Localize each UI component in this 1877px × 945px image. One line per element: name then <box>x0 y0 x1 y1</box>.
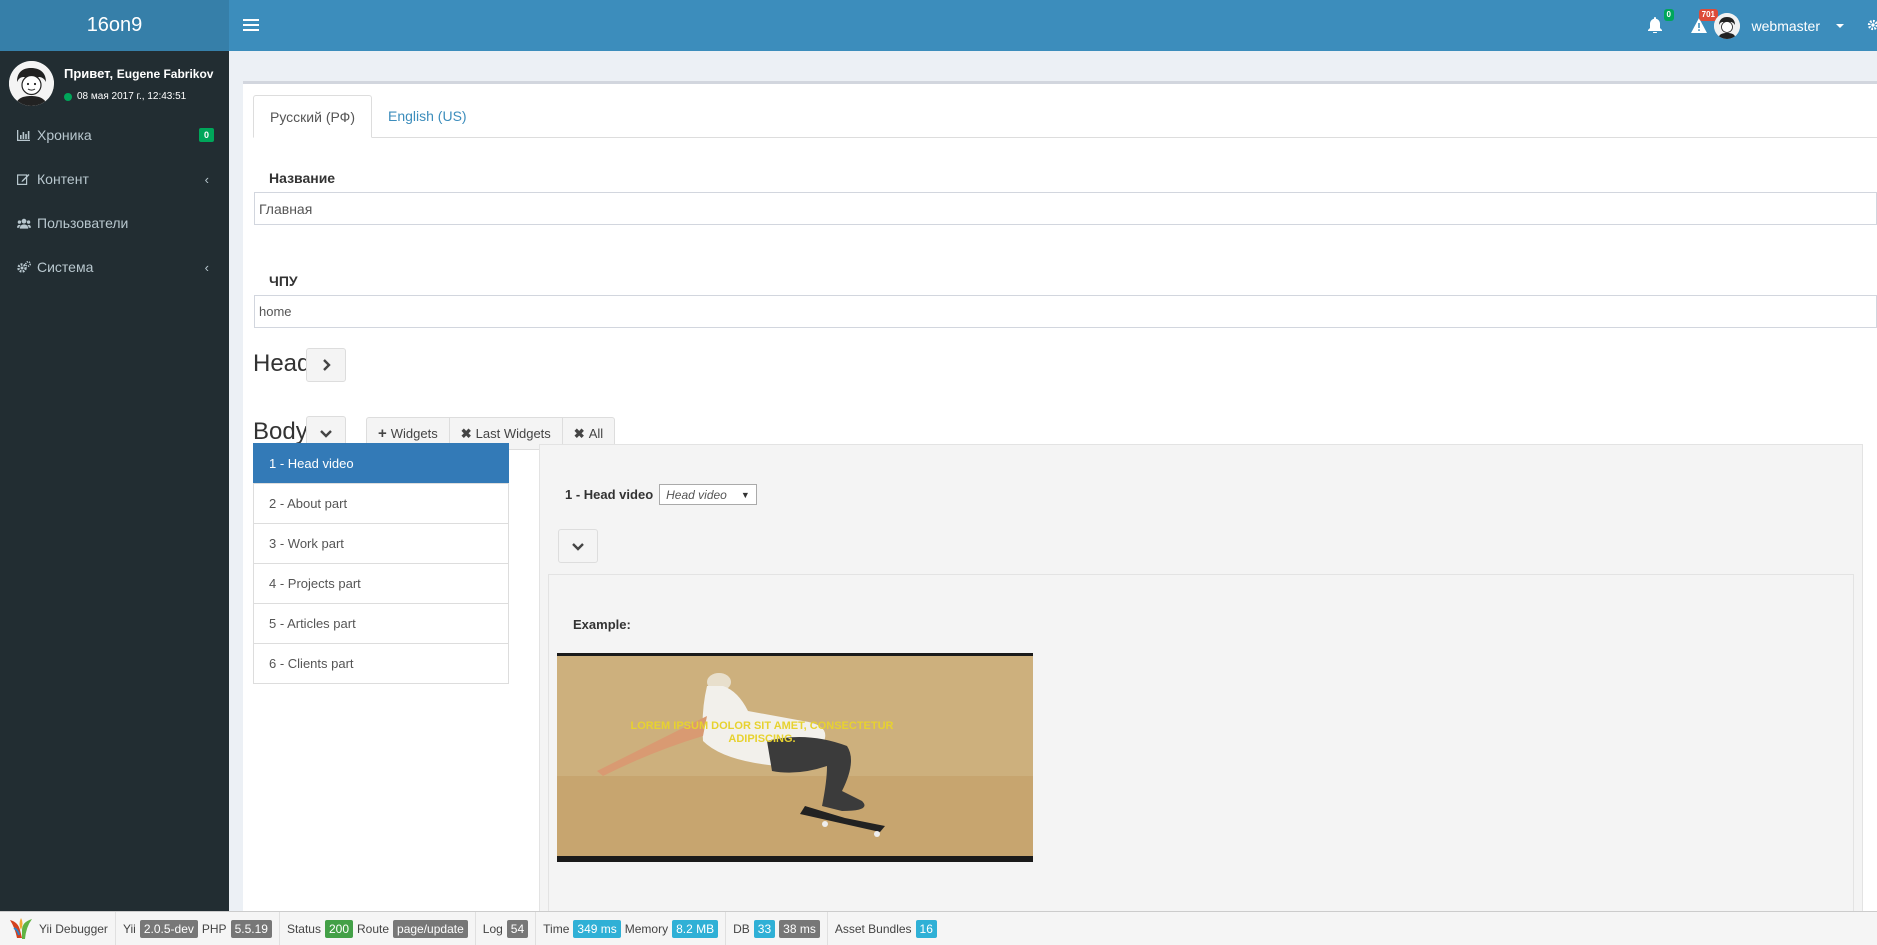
php-version-badge: 5.5.19 <box>230 919 272 938</box>
log-count-badge: 54 <box>506 919 529 938</box>
sidebar-item-users[interactable]: Пользователи <box>0 201 229 245</box>
widget-title: 1 - Head video <box>565 487 654 502</box>
list-item[interactable]: 2 - About part <box>253 483 509 524</box>
main-content: Русский (РФ) English (US) Название Главн… <box>229 51 1877 911</box>
asset-bundles-badge: 16 <box>915 919 937 938</box>
video-preview[interactable]: LOREM IPSUM DOLOR SIT AMET, CONSECTETUR … <box>557 653 1033 862</box>
user-status: 08 мая 2017 г., 12:43:51 <box>64 91 186 102</box>
notifications-button[interactable]: 0 <box>1644 9 1674 36</box>
online-status-icon <box>64 92 72 101</box>
chevron-down-icon <box>320 429 332 438</box>
cogs-icon <box>17 261 31 273</box>
yii-logo-icon <box>10 917 32 939</box>
times-icon: ✖ <box>460 425 472 441</box>
bell-icon <box>1648 17 1662 33</box>
status-badge: 200 <box>324 919 353 938</box>
db-queries-badge: 33 <box>753 919 776 938</box>
db-time-badge: 38 ms <box>779 919 820 938</box>
yii-version-badge: 2.0.5-dev <box>139 919 198 938</box>
notifications-badge: 0 <box>1663 9 1674 21</box>
timeline-badge: 0 <box>198 128 214 142</box>
app-logo[interactable]: 16on9 <box>0 0 229 51</box>
settings-gear-button[interactable] <box>1867 14 1877 36</box>
chevron-left-icon: ‹ <box>204 171 209 187</box>
chevron-left-icon: ‹ <box>204 259 209 275</box>
time-badge: 349 ms <box>573 919 621 938</box>
widget-example-panel: Example: LOREM IPSUM DOLOR SIT AMET, CON… <box>548 574 1854 911</box>
slug-field[interactable]: home <box>254 295 1877 328</box>
debug-toolbar: Yii Debugger Yii 2.0.5-dev PHP 5.5.19 St… <box>0 911 1877 945</box>
slug-label: ЧПУ <box>269 273 298 289</box>
plus-icon: + <box>378 425 387 442</box>
list-item[interactable]: 3 - Work part <box>253 523 509 564</box>
debug-profiling[interactable]: Time 349 ms Memory 8.2 MB <box>536 911 727 945</box>
sidebar-item-label: Пользователи <box>37 215 129 231</box>
body-section-title: Body <box>253 418 308 445</box>
chevron-right-icon <box>322 359 331 371</box>
debug-version-info[interactable]: Yii 2.0.5-dev PHP 5.5.19 <box>116 911 280 945</box>
name-label: Название <box>269 170 336 186</box>
widgets-list: 1 - Head video 2 - About part 3 - Work p… <box>253 443 509 684</box>
name-field[interactable]: Главная <box>254 192 1877 225</box>
head-expand-button[interactable] <box>306 348 346 382</box>
users-icon <box>17 218 31 229</box>
head-section-title: Head <box>253 350 311 377</box>
skater-image <box>557 656 1033 856</box>
video-overlay-text: LOREM IPSUM DOLOR SIT AMET, CONSECTETUR … <box>630 720 894 745</box>
video-frame: LOREM IPSUM DOLOR SIT AMET, CONSECTETUR … <box>557 656 1033 856</box>
route-badge: page/update <box>393 919 468 938</box>
user-panel: Привет, Eugene Fabrikov 08 мая 2017 г., … <box>0 51 229 113</box>
list-item[interactable]: 6 - Clients part <box>253 643 509 684</box>
debug-assets[interactable]: Asset Bundles 16 <box>828 912 944 945</box>
sidebar-toggle-icon[interactable] <box>243 15 259 35</box>
memory-badge: 8.2 MB <box>672 919 719 938</box>
dropdown-arrow-icon: ▼ <box>740 489 750 500</box>
widget-type-select[interactable]: Head video ▼ <box>659 484 757 505</box>
username-label: webmaster <box>1751 18 1820 34</box>
gear-icon <box>1867 19 1877 31</box>
current-datetime: 08 мая 2017 г., 12:43:51 <box>77 91 187 102</box>
debug-toolbar-title[interactable]: Yii Debugger <box>0 911 116 945</box>
debug-request-info[interactable]: Status 200 Route page/update <box>280 911 476 945</box>
sidebar-item-content[interactable]: Контент ‹ <box>0 157 229 201</box>
avatar <box>9 61 54 106</box>
avatar <box>1713 13 1740 39</box>
list-item[interactable]: 4 - Projects part <box>253 563 509 604</box>
sidebar: Привет, Eugene Fabrikov 08 мая 2017 г., … <box>0 51 229 911</box>
alerts-button[interactable]: 701 <box>1688 9 1718 36</box>
widget-collapse-button[interactable] <box>558 529 598 563</box>
example-label: Example: <box>573 617 631 632</box>
tab-russian[interactable]: Русский (РФ) <box>253 95 372 138</box>
sidebar-item-system[interactable]: Система ‹ <box>0 245 229 289</box>
list-item[interactable]: 1 - Head video <box>253 443 509 484</box>
widget-panel: 1 - Head video Head video ▼ Example: LOR… <box>539 444 1863 911</box>
sidebar-item-label: Система <box>37 259 94 275</box>
sidebar-item-label: Контент <box>37 171 89 187</box>
language-tabs: Русский (РФ) English (US) <box>253 95 1877 138</box>
top-navbar: 0 701 webmaster <box>229 0 1877 51</box>
chevron-down-icon <box>572 542 584 551</box>
edit-page-box: Русский (РФ) English (US) Название Главн… <box>243 81 1877 911</box>
sidebar-item-timeline[interactable]: Хроника 0 <box>0 113 229 157</box>
user-menu[interactable]: webmaster <box>1713 12 1844 40</box>
list-item[interactable]: 5 - Articles part <box>253 603 509 644</box>
edit-icon <box>17 173 31 185</box>
widget-header: 1 - Head video Head video ▼ <box>565 484 757 505</box>
user-greeting: Привет, Eugene Fabrikov <box>64 66 214 81</box>
debug-log[interactable]: Log 54 <box>476 911 537 945</box>
debug-db[interactable]: DB 33 38 ms <box>726 911 828 945</box>
caret-down-icon <box>1836 24 1844 28</box>
tab-english[interactable]: English (US) <box>372 95 483 138</box>
times-icon: ✖ <box>573 425 585 441</box>
sidebar-item-label: Хроника <box>37 127 92 143</box>
bar-chart-icon <box>17 129 31 141</box>
